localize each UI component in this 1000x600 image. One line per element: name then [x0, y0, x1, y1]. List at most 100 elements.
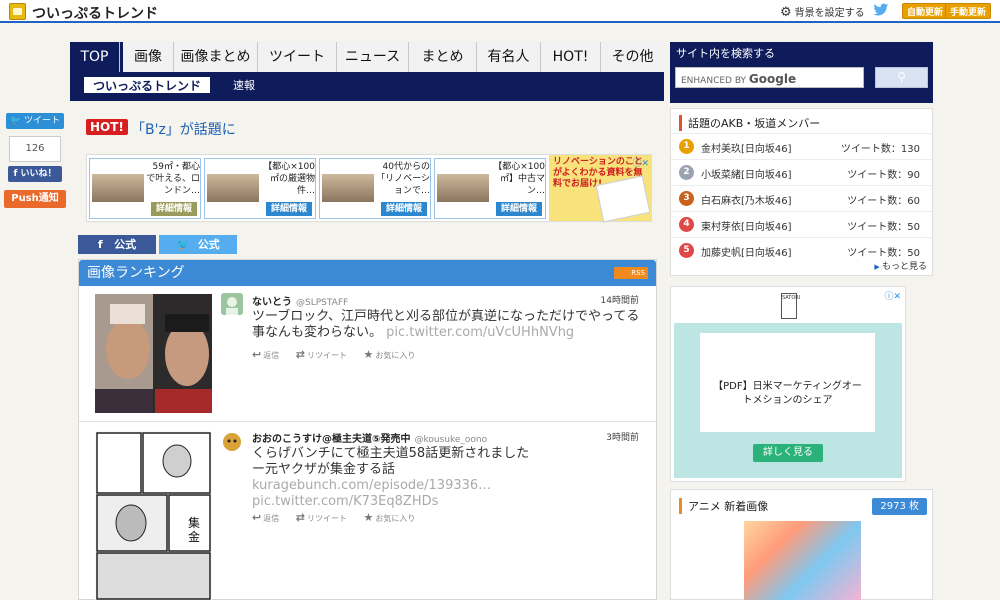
- tweet-user[interactable]: おおのこうすけ@極主夫道⑤発売中 @kousuke_oono: [252, 430, 487, 445]
- reply-action[interactable]: ↩ 返信: [252, 348, 279, 361]
- tweet-text: くらげバンチにて極主夫道58話更新されましたー元ヤクザが集金する話: [252, 446, 530, 477]
- anime-count-badge: 2973 枚: [872, 498, 927, 515]
- member-row[interactable]: 2 小坂菜緒[日向坂46] ツイート数：90: [671, 159, 932, 185]
- search-icon: ⚲: [897, 70, 906, 84]
- search-title: サイト内を検索する: [676, 47, 775, 60]
- tweet-item[interactable]: ないとう @SLPSTAFF 14時間前 ツーブロック、江戸時代と刈る部位が真逆に…: [79, 286, 656, 422]
- tab-image-summary[interactable]: 画像まとめ: [174, 42, 258, 72]
- tab-matome[interactable]: まとめ: [409, 42, 477, 72]
- twitter-small-icon: 🐦: [9, 116, 22, 126]
- ad-card[interactable]: 【都心×100㎡の厳選物件… 詳細情報: [204, 158, 316, 219]
- member-name[interactable]: 金村美玖[日向坂46]: [701, 140, 792, 155]
- favorite-action[interactable]: ★ お気に入り: [364, 511, 416, 524]
- subnav-flash[interactable]: 速報: [233, 78, 255, 94]
- rss-icon[interactable]: RSS: [614, 267, 648, 279]
- user-handle: @SLPSTAFF: [296, 298, 349, 308]
- retweet-action[interactable]: ⇄ リツイート: [296, 348, 347, 361]
- retweet-icon: ⇄: [295, 511, 305, 524]
- ad-card[interactable]: 【都心×100㎡】中古マン… 詳細情報: [434, 158, 546, 219]
- search-button[interactable]: ⚲: [875, 67, 928, 88]
- tab-hot[interactable]: HOT!: [541, 42, 601, 72]
- hot-topic-link[interactable]: 「B'z」が話題に: [131, 119, 236, 139]
- svg-text:集: 集: [188, 515, 200, 530]
- like-label: いいね！: [20, 169, 57, 179]
- twitter-bird-icon: 🐦: [176, 238, 191, 251]
- tab-news[interactable]: ニュース: [337, 42, 409, 72]
- tweet-body: ツーブロック、江戸時代と刈る部位が真逆になっただけでやってる事なんも変わらない。…: [252, 309, 644, 341]
- hot-badge: HOT!: [86, 119, 128, 135]
- push-notification-button[interactable]: Push通知: [4, 190, 66, 208]
- reply-action[interactable]: ↩ 返信: [252, 511, 279, 524]
- auto-update-button[interactable]: 自動更新: [902, 3, 949, 19]
- reply-icon: ↩: [252, 348, 262, 361]
- facebook-like-button[interactable]: f いいね！: [8, 166, 62, 182]
- tweet-actions: ↩ 返信 ⇄ リツイート ★ お気に入り: [252, 511, 429, 524]
- tweet-share-button[interactable]: 🐦 ツイート: [6, 113, 64, 129]
- member-row[interactable]: 1 金村美玖[日向坂46] ツイート数：130: [671, 133, 932, 159]
- facebook-official-label: 公式: [114, 238, 137, 251]
- ad-details-button[interactable]: 詳細情報: [380, 202, 427, 216]
- retweet-label: リツイート: [306, 351, 347, 360]
- ad-image: [322, 174, 374, 202]
- ad-choices-icon[interactable]: ⓘ✕: [632, 156, 649, 169]
- member-name[interactable]: 加藤史帆[日向坂46]: [701, 244, 792, 259]
- retweet-label: リツイート: [306, 514, 347, 523]
- member-row[interactable]: 3 白石麻衣[乃木坂46] ツイート数：60: [671, 185, 932, 211]
- svg-text:金: 金: [188, 529, 200, 544]
- ad-image: [437, 174, 489, 202]
- search-input[interactable]: ENHANCED BY Google: [675, 67, 864, 88]
- member-tweet-count: ツイート数：90: [847, 170, 920, 181]
- member-name[interactable]: 白石麻衣[乃木坂46]: [701, 192, 792, 207]
- tab-celebrities[interactable]: 有名人: [477, 42, 541, 72]
- member-tweet-count: ツイート数：50: [847, 248, 920, 259]
- member-tweet-count: ツイート数：60: [847, 196, 920, 207]
- ad-learn-more-button[interactable]: 詳しく見る: [753, 444, 823, 462]
- ad-card[interactable]: 59㎡・都心で叶える、ロンドン… 詳細情報: [89, 158, 201, 219]
- search-placeholder-brand: Google: [748, 72, 797, 86]
- subnav-trend[interactable]: ついっぷるトレンド: [84, 77, 211, 95]
- twitter-official-button[interactable]: 🐦 公式: [159, 235, 237, 254]
- ad-choices-icon[interactable]: ⓘ✕: [884, 289, 901, 302]
- members-title: 話題のAKB・坂道メンバー: [679, 115, 820, 131]
- tweet-image[interactable]: 集 金: [95, 431, 212, 600]
- user-name: おおのこうすけ@極主夫道⑤発売中: [252, 434, 411, 445]
- ad-card[interactable]: 40代からの「リノベーションで… 詳細情報: [319, 158, 431, 219]
- star-icon: ★: [363, 348, 374, 361]
- ad-details-button[interactable]: 詳細情報: [150, 202, 197, 216]
- trending-members-panel: 話題のAKB・坂道メンバー 1 金村美玖[日向坂46] ツイート数：130 2 …: [670, 108, 933, 276]
- retweet-action[interactable]: ⇄ リツイート: [295, 511, 347, 524]
- background-setting-link[interactable]: ⚙ 背景を設定する: [780, 4, 865, 20]
- ad-image: [92, 174, 144, 202]
- user-avatar[interactable]: [221, 430, 243, 452]
- anime-image[interactable]: [744, 521, 861, 600]
- member-row[interactable]: 4 東村芽依[日向坂46] ツイート数：50: [671, 211, 932, 237]
- user-avatar[interactable]: [221, 293, 243, 315]
- more-link[interactable]: もっと見る: [874, 259, 927, 272]
- favorite-action[interactable]: ★ お気に入り: [363, 348, 416, 361]
- renovation-ad[interactable]: リノベーションのことがよくわかる資料を無料でお届け! ⓘ✕: [549, 155, 651, 223]
- ad-details-button[interactable]: 詳細情報: [265, 202, 312, 216]
- ad-details-button[interactable]: 詳細情報: [495, 202, 542, 216]
- tab-top[interactable]: TOP: [70, 42, 120, 72]
- tweet-link[interactable]: kuragebunch.com/episode/139336…: [252, 478, 491, 493]
- tab-images[interactable]: 画像: [123, 42, 174, 72]
- ad-document-image: 【PDF】日米マーケティングオートメションのシェア: [700, 333, 875, 432]
- twitter-bird-icon[interactable]: [873, 2, 889, 18]
- site-name[interactable]: ついっぷるトレンド: [32, 3, 158, 23]
- tweet-item[interactable]: 集 金 おおのこうすけ@極主夫道⑤発売中 @kousuke_oono 3時間前 く…: [79, 423, 656, 600]
- tweet-image[interactable]: [95, 294, 212, 413]
- anime-title: アニメ 新着画像: [679, 498, 768, 514]
- top-bar: ついっぷるトレンド ⚙ 背景を設定する 自動更新 手動更新: [0, 0, 1000, 23]
- member-name[interactable]: 東村芽依[日向坂46]: [701, 218, 792, 233]
- side-ad[interactable]: SATORI ⓘ✕ 【PDF】日米マーケティングオートメションのシェア 詳しく見…: [670, 286, 906, 482]
- site-logo-icon[interactable]: [9, 3, 26, 20]
- manual-update-button[interactable]: 手動更新: [945, 3, 992, 19]
- member-name[interactable]: 小坂菜緒[日向坂46]: [701, 166, 792, 181]
- facebook-official-button[interactable]: f 公式: [78, 235, 156, 254]
- tab-tweets[interactable]: ツイート: [258, 42, 337, 72]
- tweet-user[interactable]: ないとう @SLPSTAFF: [252, 293, 348, 308]
- tab-others[interactable]: その他: [601, 42, 664, 72]
- ad-banner: 【PDF】日米マーケティングオートメションのシェア 詳しく見る: [674, 323, 902, 478]
- tweet-link[interactable]: pic.twitter.com/uVcUHhNVhg: [386, 325, 574, 340]
- tweet-link[interactable]: pic.twitter.com/K73Eq8ZHDs: [252, 494, 438, 509]
